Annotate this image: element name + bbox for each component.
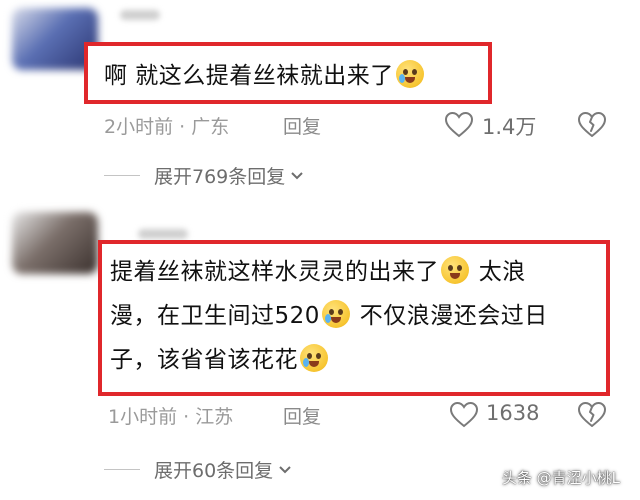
username-blurred[interactable] — [138, 229, 188, 239]
comment-text: 啊 就这么提着丝袜就出来了 — [104, 54, 426, 98]
pleading-face-icon — [441, 256, 469, 284]
avatar[interactable] — [12, 212, 98, 274]
chevron-down-icon — [291, 171, 303, 179]
dislike-broken-heart-icon[interactable] — [578, 402, 606, 428]
like-count: 1638 — [486, 401, 540, 425]
expand-replies-button[interactable]: 展开769条回复 — [104, 162, 305, 189]
reply-button[interactable]: 回复 — [283, 112, 321, 139]
expand-replies-label: 展开769条回复 — [154, 166, 286, 188]
like-heart-icon[interactable] — [450, 402, 478, 428]
comment-text: 提着丝袜就这样水灵灵的出来了 太浪 漫，在卫生间过520 不仅浪漫还会过日 子，… — [110, 250, 600, 382]
crying-laughing-icon — [395, 60, 424, 88]
comment-time-location: 2小时前 · 广东 — [104, 116, 230, 138]
expand-replies-button[interactable]: 展开60条回复 — [104, 456, 293, 483]
like-count: 1.4万 — [482, 115, 537, 139]
username-blurred[interactable] — [120, 10, 160, 20]
crying-laughing-icon — [300, 344, 328, 372]
comment-time-location: 1小时前 · 江苏 — [108, 406, 234, 428]
dislike-broken-heart-icon[interactable] — [578, 112, 606, 138]
chevron-down-icon — [279, 465, 291, 473]
watermark: 头条 @青涩小桃L — [501, 469, 620, 487]
crying-laughing-icon — [321, 300, 350, 328]
divider-line — [104, 175, 140, 176]
expand-replies-label: 展开60条回复 — [154, 460, 274, 482]
divider-line — [104, 469, 140, 470]
reply-button[interactable]: 回复 — [283, 402, 321, 429]
like-heart-icon[interactable] — [445, 112, 473, 138]
